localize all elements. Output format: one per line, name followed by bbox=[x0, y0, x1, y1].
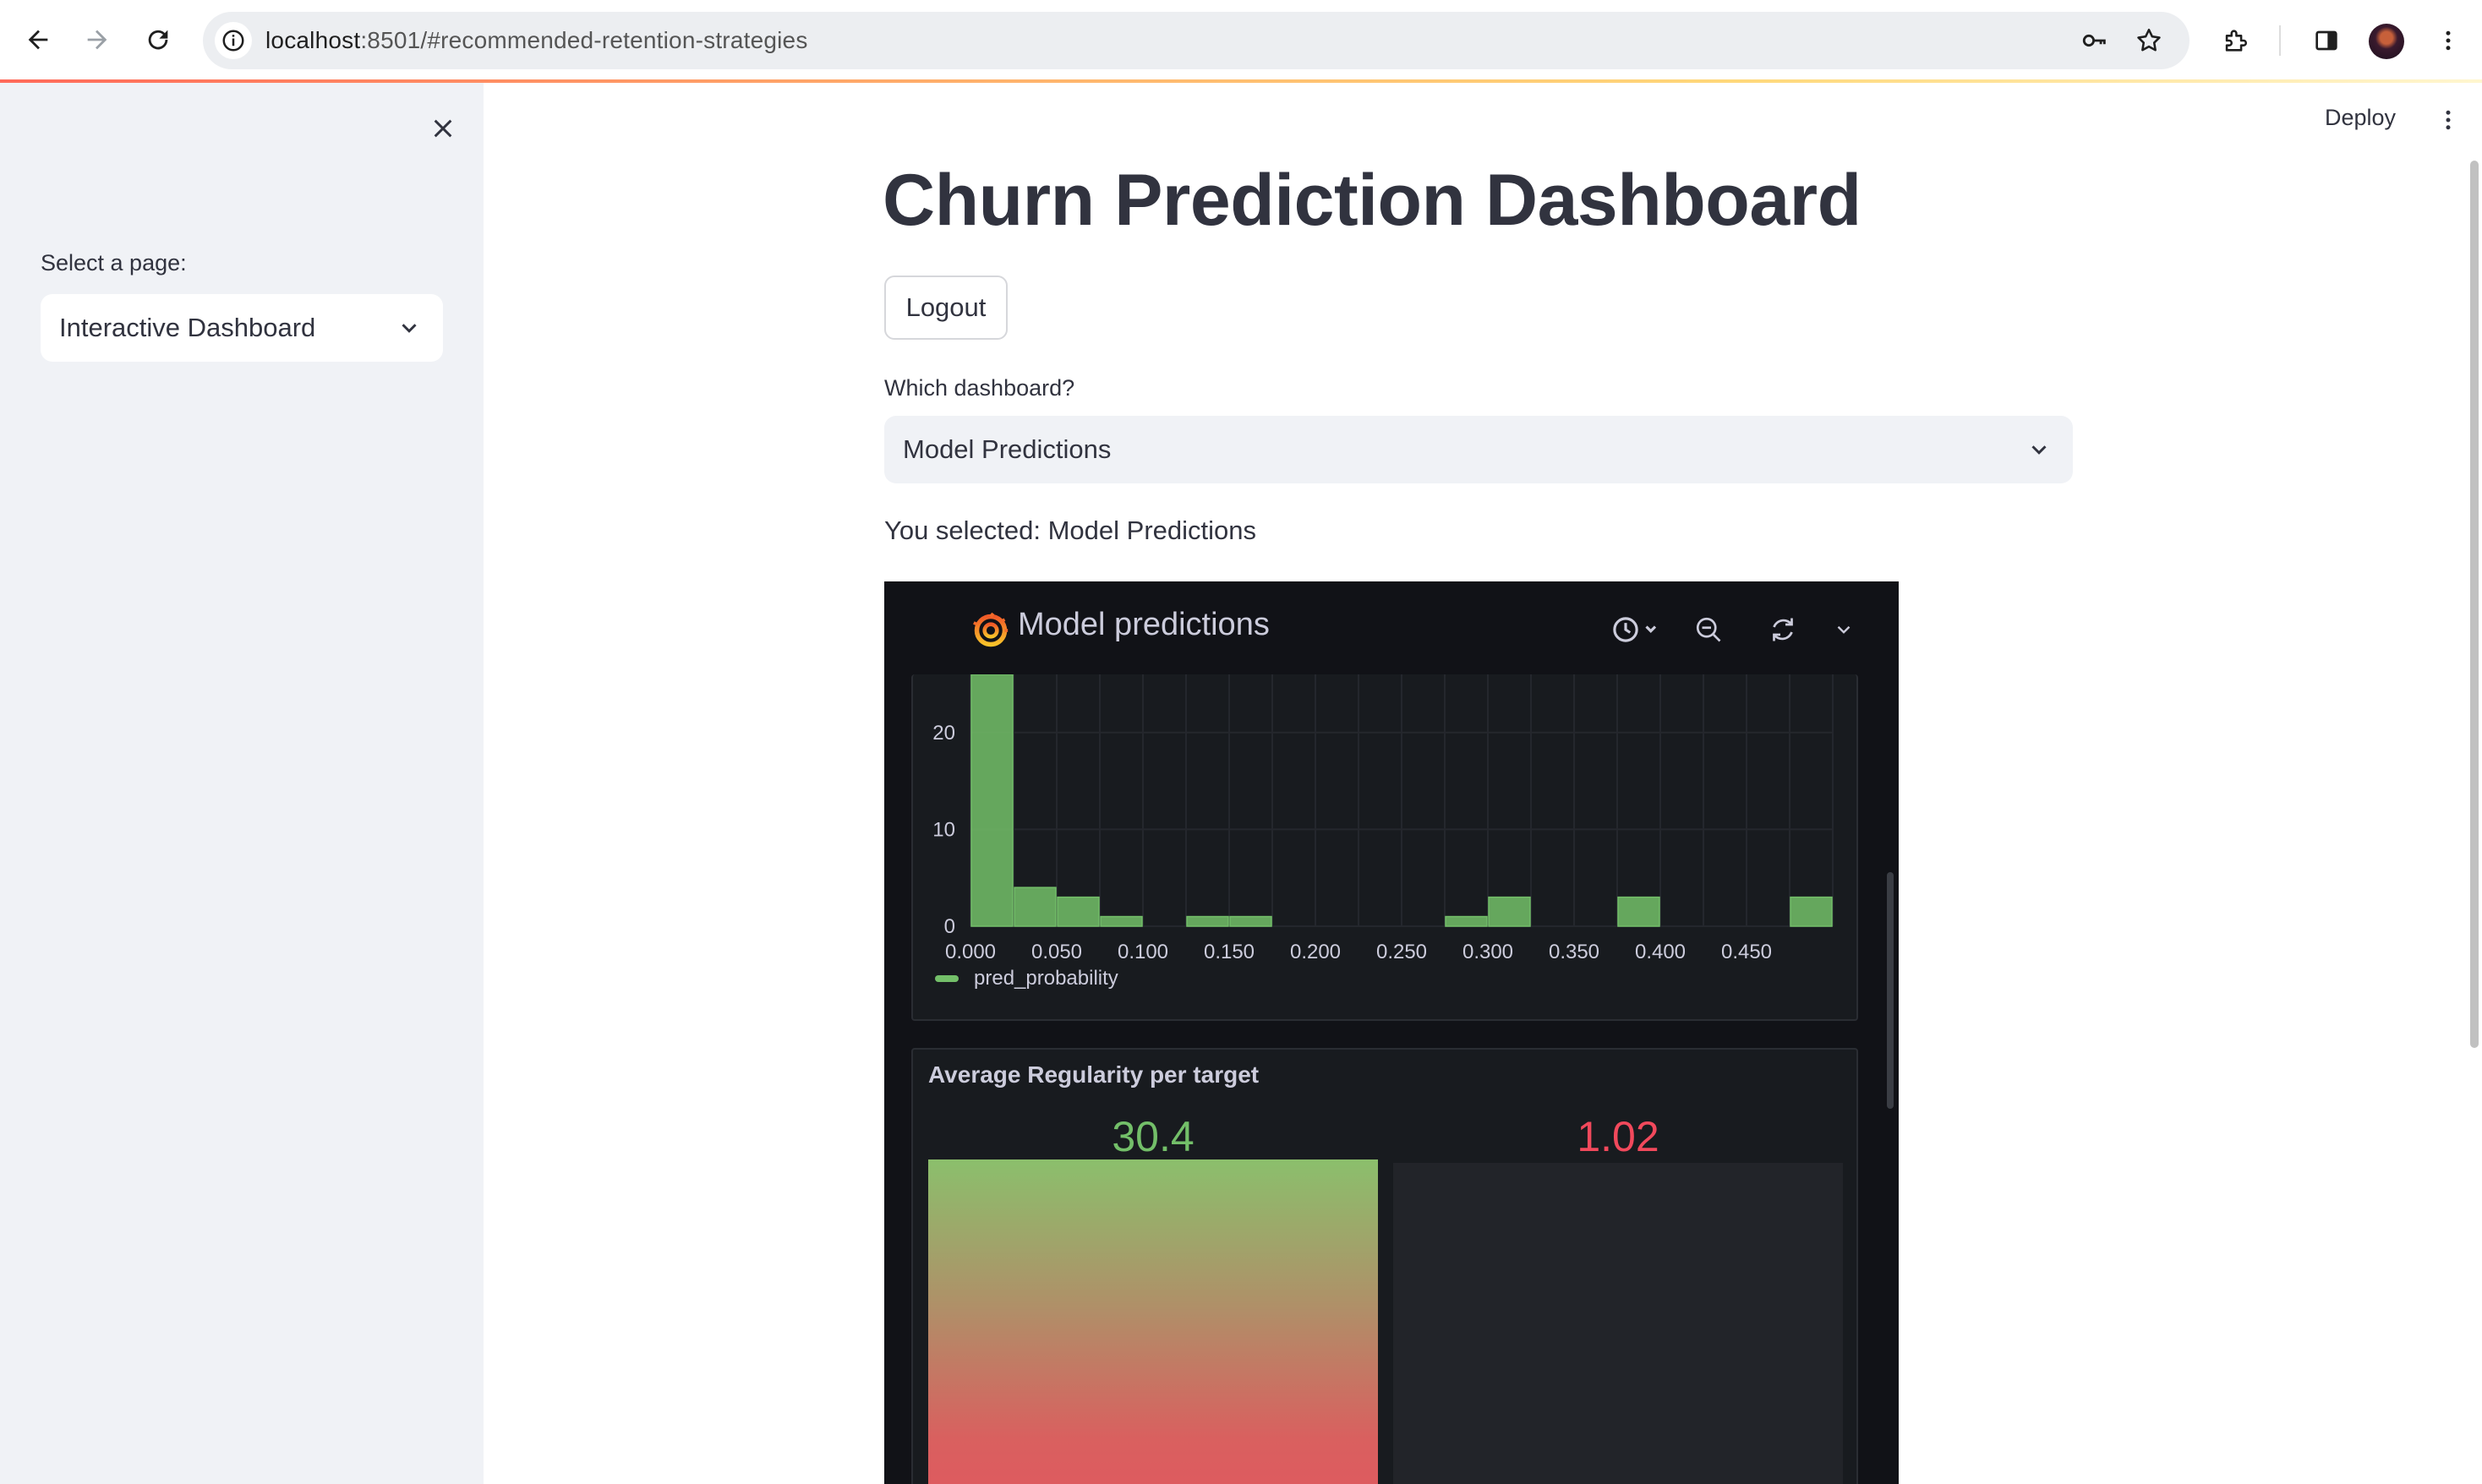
grafana-header: Model predictions bbox=[884, 581, 1899, 676]
grafana-embed: Model predictions 0 10 20 0.000 0.050 0.100 0.… bbox=[884, 581, 1899, 1484]
histogram-bar bbox=[1790, 896, 1833, 927]
reload-icon[interactable] bbox=[137, 19, 179, 61]
page-select-value: Interactive Dashboard bbox=[59, 313, 316, 342]
histogram-bar bbox=[1186, 915, 1229, 927]
page-scrollbar[interactable] bbox=[2470, 161, 2479, 1048]
x-tick-label: 0.400 bbox=[1635, 941, 1686, 962]
x-tick-label: 0.000 bbox=[945, 941, 996, 962]
x-tick-label: 0.300 bbox=[1462, 941, 1513, 962]
star-icon[interactable] bbox=[2132, 24, 2166, 57]
toolbar-separator bbox=[2279, 25, 2281, 56]
x-tick-label: 0.150 bbox=[1204, 941, 1255, 962]
time-picker-icon[interactable] bbox=[1608, 610, 1667, 649]
selected-dashboard-text: You selected: Model Predictions bbox=[884, 516, 1257, 545]
bar-gauge-track bbox=[1393, 1163, 1843, 1484]
page-select[interactable]: Interactive Dashboard bbox=[41, 294, 443, 362]
histogram-bar bbox=[1014, 887, 1057, 927]
x-tick-label: 0.450 bbox=[1721, 941, 1772, 962]
histogram-bar bbox=[1057, 896, 1100, 927]
refresh-icon[interactable] bbox=[1763, 610, 1802, 649]
logout-button[interactable]: Logout bbox=[884, 276, 1008, 340]
url-path: :8501/#recommended-retention-strategies bbox=[360, 27, 808, 53]
bar-gauge-value: 30.4 bbox=[1112, 1113, 1195, 1160]
histogram-bar bbox=[1229, 915, 1272, 927]
y-tick-label: 0 bbox=[944, 915, 955, 938]
app-menu-kebab-icon[interactable] bbox=[2431, 103, 2465, 137]
forward-arrow-icon[interactable] bbox=[76, 19, 118, 61]
chevron-down-icon[interactable] bbox=[1824, 610, 1863, 649]
address-bar[interactable]: localhost:8501/#recommended-retention-st… bbox=[203, 12, 2190, 69]
histogram-bar bbox=[970, 674, 1014, 927]
legend-label: pred_probability bbox=[974, 967, 1118, 990]
dashboard-select-label: Which dashboard? bbox=[884, 375, 1075, 401]
y-tick-label: 10 bbox=[932, 818, 955, 841]
x-tick-label: 0.350 bbox=[1549, 941, 1599, 962]
url-text: localhost:8501/#recommended-retention-st… bbox=[265, 12, 808, 69]
menu-kebab-icon[interactable] bbox=[2428, 20, 2468, 61]
bar-gauge-fill bbox=[928, 1159, 1378, 1484]
page-select-label: Select a page: bbox=[41, 250, 187, 276]
x-tick-label: 0.050 bbox=[1031, 941, 1082, 962]
deploy-button[interactable]: Deploy bbox=[2325, 105, 2396, 131]
histogram-bar bbox=[1100, 915, 1143, 927]
close-icon[interactable] bbox=[423, 108, 463, 149]
dashboard-select[interactable]: Model Predictions bbox=[884, 416, 2073, 483]
key-icon[interactable] bbox=[2078, 24, 2112, 57]
histogram-panel: 0 10 20 0.000 0.050 0.100 0.150 0.200 0.250 0.300… bbox=[911, 674, 1858, 1021]
histogram-bar bbox=[1445, 915, 1488, 927]
sidebar: Select a page: Interactive Dashboard bbox=[0, 83, 484, 1484]
legend-swatch bbox=[935, 975, 959, 982]
browser-toolbar: localhost:8501/#recommended-retention-st… bbox=[0, 0, 2482, 83]
histogram-chart: 0 10 20 0.000 0.050 0.100 0.150 0.200 0.250 0.300… bbox=[932, 674, 1834, 962]
dashboard-select-value: Model Predictions bbox=[903, 434, 1112, 464]
zoom-out-icon[interactable] bbox=[1689, 610, 1728, 649]
grafana-dashboard-title: Model predictions bbox=[1018, 607, 1270, 642]
extensions-icon[interactable] bbox=[2215, 20, 2255, 61]
x-tick-label: 0.100 bbox=[1118, 941, 1168, 962]
chevron-down-icon bbox=[2024, 434, 2054, 465]
avatar[interactable] bbox=[2369, 24, 2404, 59]
histogram-legend[interactable]: pred_probability bbox=[935, 967, 1118, 990]
panel-title: Average Regularity per target bbox=[928, 1061, 1260, 1088]
bar-gauge-value: 1.02 bbox=[1577, 1113, 1659, 1160]
chevron-down-icon bbox=[394, 313, 424, 343]
page-title: Churn Prediction Dashboard bbox=[883, 160, 1862, 241]
side-panel-icon[interactable] bbox=[2306, 20, 2347, 61]
histogram-bar bbox=[1617, 896, 1660, 927]
back-arrow-icon[interactable] bbox=[17, 19, 59, 61]
grafana-logo-icon bbox=[972, 612, 1009, 649]
x-tick-label: 0.200 bbox=[1290, 941, 1341, 962]
url-host: localhost bbox=[265, 27, 361, 53]
site-info-icon[interactable] bbox=[215, 22, 252, 59]
y-tick-label: 20 bbox=[932, 722, 955, 745]
x-tick-label: 0.250 bbox=[1376, 941, 1427, 962]
grafana-scrollbar[interactable] bbox=[1887, 872, 1894, 1109]
histogram-bar bbox=[1488, 896, 1531, 927]
bar-gauge-panel: Average Regularity per target 30.4 1.02 bbox=[911, 1048, 1858, 1484]
